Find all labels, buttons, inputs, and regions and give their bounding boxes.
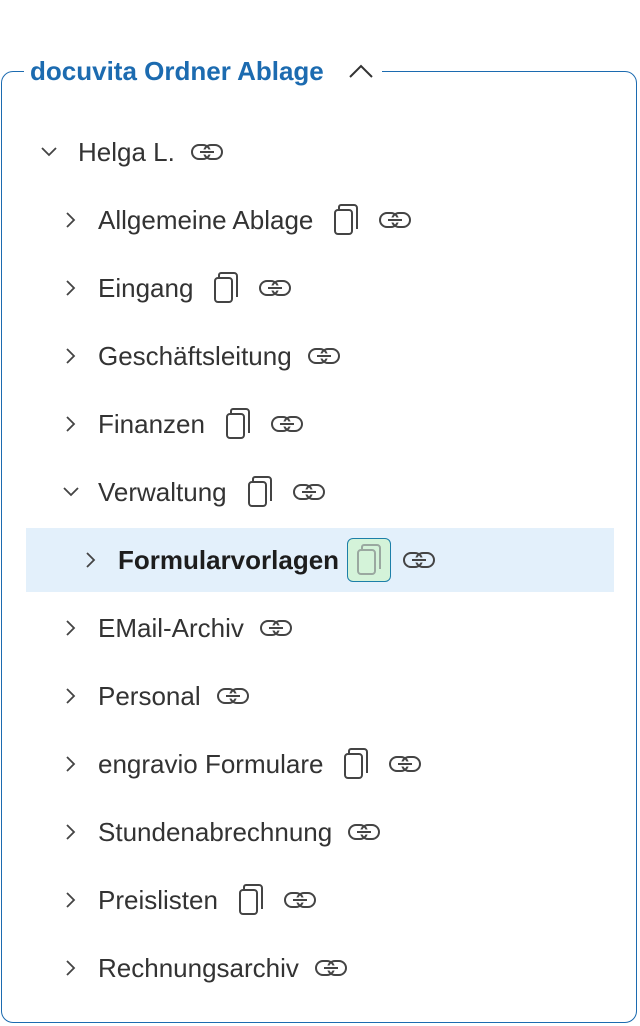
chevron-right-icon[interactable]	[58, 615, 84, 641]
link-icon[interactable]	[282, 888, 318, 912]
tree-item[interactable]: Finanzen	[58, 392, 305, 456]
chevron-right-icon[interactable]	[58, 343, 84, 369]
copy-icon[interactable]	[236, 883, 266, 917]
tree-item[interactable]: Preislisten	[58, 868, 318, 932]
tree-item[interactable]: EMail-Archiv	[58, 596, 294, 660]
tree-item-label[interactable]: Geschäftsleitung	[98, 341, 292, 372]
chevron-right-icon[interactable]	[78, 547, 104, 573]
tree-item-label[interactable]: Preislisten	[98, 885, 218, 916]
link-icon[interactable]	[258, 616, 294, 640]
chevron-right-icon[interactable]	[58, 955, 84, 981]
link-icon[interactable]	[257, 276, 293, 300]
tree-item-label[interactable]: Verwaltung	[98, 477, 227, 508]
link-icon[interactable]	[189, 140, 225, 164]
tree-root[interactable]: Helga L.	[36, 120, 225, 184]
panel-title: docuvita Ordner Ablage	[30, 55, 324, 86]
chevron-right-icon[interactable]	[58, 751, 84, 777]
link-icon[interactable]	[313, 956, 349, 980]
tree-item[interactable]: Geschäftsleitung	[58, 324, 342, 388]
copy-icon[interactable]	[245, 475, 275, 509]
chevron-right-icon[interactable]	[58, 887, 84, 913]
tree-root-label[interactable]: Helga L.	[78, 137, 175, 168]
link-icon[interactable]	[346, 820, 382, 844]
chevron-right-icon[interactable]	[58, 819, 84, 845]
chevron-down-icon[interactable]	[36, 139, 62, 165]
panel-header: docuvita Ordner Ablage	[24, 50, 382, 92]
chevron-up-icon[interactable]	[346, 56, 376, 86]
link-icon[interactable]	[215, 684, 251, 708]
link-icon[interactable]	[387, 752, 423, 776]
tree-item-label[interactable]: Stundenabrechnung	[98, 817, 332, 848]
chevron-right-icon[interactable]	[58, 275, 84, 301]
tree-item-selected[interactable]: Formularvorlagen	[26, 528, 614, 592]
chevron-right-icon[interactable]	[58, 683, 84, 709]
copy-icon[interactable]	[331, 203, 361, 237]
link-icon[interactable]	[291, 480, 327, 504]
tree-item[interactable]: Rechnungsarchiv	[58, 936, 349, 1000]
tree-item[interactable]: Allgemeine Ablage	[58, 188, 413, 252]
tree-item-label[interactable]: Formularvorlagen	[118, 545, 339, 576]
chevron-right-icon[interactable]	[58, 207, 84, 233]
tree-item-label[interactable]: engravio Formulare	[98, 749, 323, 780]
tree-item[interactable]: Verwaltung	[58, 460, 327, 524]
tree-item[interactable]: Stundenabrechnung	[58, 800, 382, 864]
tree-item-label[interactable]: Allgemeine Ablage	[98, 205, 313, 236]
link-icon[interactable]	[306, 344, 342, 368]
tree-item[interactable]: engravio Formulare	[58, 732, 423, 796]
tree-item[interactable]: Eingang	[58, 256, 293, 320]
tree-item-label[interactable]: EMail-Archiv	[98, 613, 244, 644]
link-icon[interactable]	[401, 548, 437, 572]
chevron-right-icon[interactable]	[58, 411, 84, 437]
copy-icon[interactable]	[211, 271, 241, 305]
tree-item-label[interactable]: Personal	[98, 681, 201, 712]
tree-item-label[interactable]: Finanzen	[98, 409, 205, 440]
tree-item-label[interactable]: Rechnungsarchiv	[98, 953, 299, 984]
copy-icon[interactable]	[341, 747, 371, 781]
link-icon[interactable]	[377, 208, 413, 232]
chevron-down-icon[interactable]	[58, 479, 84, 505]
tree-item[interactable]: Personal	[58, 664, 251, 728]
link-icon[interactable]	[269, 412, 305, 436]
tree-item-label[interactable]: Eingang	[98, 273, 193, 304]
copy-icon[interactable]	[347, 538, 392, 582]
copy-icon[interactable]	[223, 407, 253, 441]
